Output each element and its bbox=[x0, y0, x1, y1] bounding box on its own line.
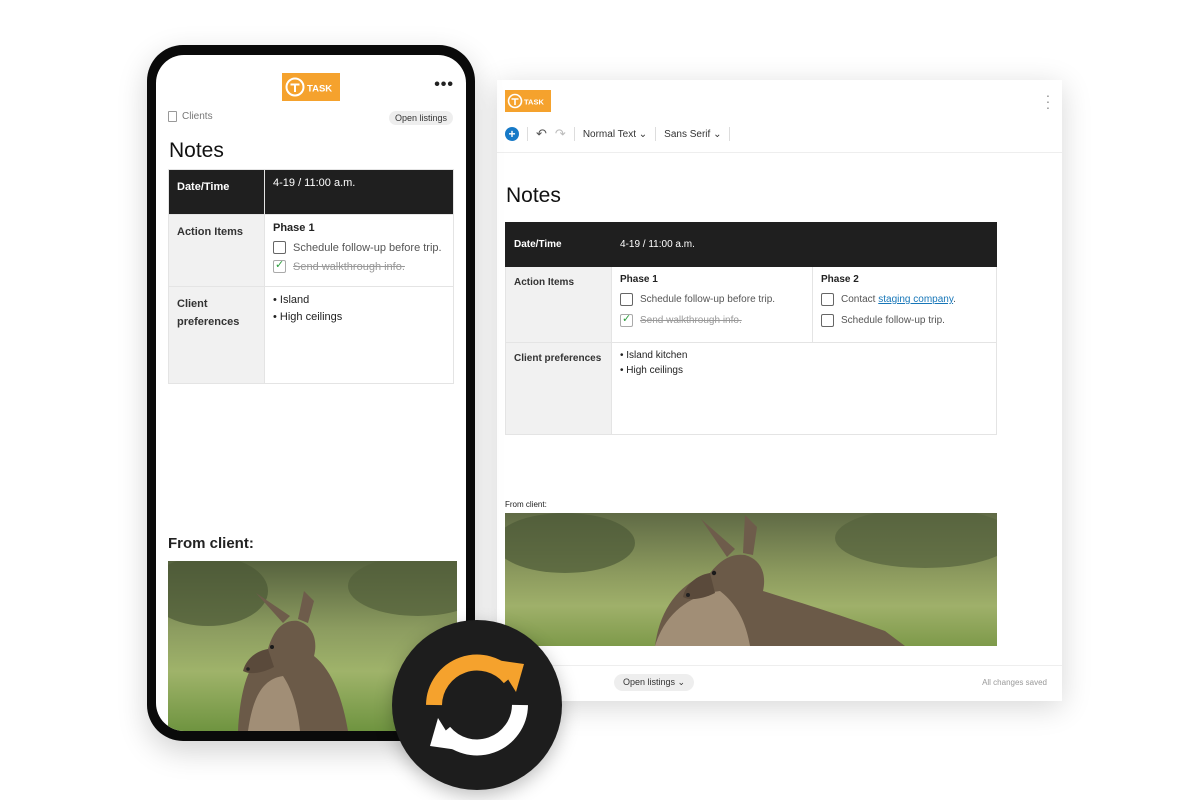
date-time-value[interactable]: 4-19 / 11:00 a.m. bbox=[264, 169, 454, 215]
font-label: Sans Serif bbox=[664, 128, 711, 140]
table-header-row: Date/Time 4-19 / 11:00 a.m. bbox=[168, 169, 454, 215]
client-preferences-label[interactable]: Client preferences bbox=[505, 342, 612, 435]
table-row: Client preferences • Island kitchen • Hi… bbox=[505, 342, 997, 435]
undo-icon[interactable]: ↶ bbox=[536, 126, 547, 142]
editor-toolbar: + ↶ ↷ Normal Text ⌄ Sans Serif ⌄ bbox=[505, 124, 731, 144]
list-item: • High ceilings bbox=[620, 365, 683, 376]
kangaroo-photo[interactable] bbox=[505, 513, 997, 646]
checklist-item-text: Schedule follow-up before trip. bbox=[640, 294, 776, 305]
logo-text: TASK bbox=[524, 98, 544, 107]
breadcrumb-label: Clients bbox=[182, 111, 213, 122]
staging-company-link[interactable]: staging company bbox=[878, 294, 953, 305]
preferences-cell[interactable]: • Island kitchen • High ceilings bbox=[611, 342, 997, 435]
checkbox[interactable] bbox=[273, 241, 286, 254]
checklist-item-text: Schedule follow-up trip. bbox=[841, 315, 945, 326]
checkbox-checked[interactable] bbox=[273, 258, 286, 273]
from-client-label: From client: bbox=[168, 535, 254, 552]
list-item: • High ceilings bbox=[273, 311, 343, 323]
phase1-cell[interactable]: Phase 1 Schedule follow-up before trip. … bbox=[264, 214, 454, 287]
table-row: Client preferences • Island • High ceili… bbox=[168, 286, 454, 384]
toolbar-divider bbox=[729, 127, 731, 141]
checklist-item: Schedule follow-up trip. bbox=[821, 314, 988, 327]
sync-arrows-icon bbox=[426, 654, 528, 756]
text-style-dropdown[interactable]: Normal Text ⌄ bbox=[583, 129, 647, 140]
font-dropdown[interactable]: Sans Serif ⌄ bbox=[664, 129, 721, 140]
footer-divider bbox=[497, 665, 1062, 666]
action-items-label[interactable]: Action Items bbox=[505, 266, 612, 343]
more-options-icon[interactable]: · · · bbox=[1042, 88, 1054, 114]
date-time-label[interactable]: Date/Time bbox=[168, 169, 265, 215]
more-options-icon[interactable]: ••• bbox=[434, 77, 454, 93]
task-logo: TASK bbox=[282, 73, 340, 101]
logo-text: TASK bbox=[307, 84, 332, 95]
list-item: • Island kitchen bbox=[620, 350, 688, 361]
from-client-label: From client: bbox=[505, 500, 547, 509]
checkbox[interactable] bbox=[821, 293, 834, 306]
sync-badge bbox=[392, 620, 562, 790]
table-header-row: Date/Time 4-19 / 11:00 a.m. bbox=[505, 222, 997, 267]
date-time-label[interactable]: Date/Time bbox=[505, 222, 612, 267]
period-text: . bbox=[953, 294, 956, 305]
open-listings-button[interactable]: Open listings ⌄ bbox=[614, 674, 695, 691]
date-time-value[interactable]: 4-19 / 11:00 a.m. bbox=[611, 222, 997, 267]
checklist-item: Contact staging company. bbox=[821, 293, 988, 306]
client-preferences-label[interactable]: Client preferences bbox=[168, 286, 265, 384]
checklist-item-text: Send walkthrough info. bbox=[640, 315, 742, 326]
list-item: • Island bbox=[273, 294, 310, 306]
checklist-item-text: Contact staging company. bbox=[841, 294, 956, 305]
preferences-cell[interactable]: • Island • High ceilings bbox=[264, 286, 454, 384]
table-row: Action Items Phase 1 Schedule follow-up … bbox=[505, 266, 997, 343]
phase2-cell[interactable]: Phase 2 Contact staging company. Schedul… bbox=[812, 266, 997, 343]
page-title[interactable]: Notes bbox=[169, 139, 224, 163]
phase2-title: Phase 2 bbox=[821, 274, 859, 285]
add-icon[interactable]: + bbox=[505, 127, 519, 141]
checklist-item-text: Schedule follow-up before trip. bbox=[293, 241, 442, 254]
notes-table: Date/Time 4-19 / 11:00 a.m. Action Items… bbox=[168, 169, 454, 384]
phase1-title: Phase 1 bbox=[620, 274, 658, 285]
toolbar-divider bbox=[655, 127, 657, 141]
toolbar-divider-line bbox=[497, 152, 1062, 153]
breadcrumb[interactable]: Clients bbox=[168, 111, 213, 122]
checkbox[interactable] bbox=[821, 314, 834, 327]
checklist-item-text: Send walkthrough info. bbox=[293, 260, 405, 273]
phase1-title: Phase 1 bbox=[273, 222, 315, 234]
save-status: All changes saved bbox=[982, 678, 1047, 687]
page-title[interactable]: Notes bbox=[506, 184, 561, 208]
notes-table: Date/Time 4-19 / 11:00 a.m. Action Items… bbox=[505, 222, 997, 435]
checklist-item: Schedule follow-up before trip. bbox=[620, 293, 804, 306]
checkbox[interactable] bbox=[620, 293, 633, 306]
checklist-item: Send walkthrough info. bbox=[273, 258, 445, 273]
checklist-item: Send walkthrough info. bbox=[620, 312, 804, 327]
toolbar-divider bbox=[527, 127, 528, 141]
checklist-item: Schedule follow-up before trip. bbox=[273, 241, 445, 254]
table-row: Action Items Phase 1 Schedule follow-up … bbox=[168, 214, 454, 287]
checkbox-checked[interactable] bbox=[620, 312, 633, 327]
phase1-cell[interactable]: Phase 1 Schedule follow-up before trip. … bbox=[611, 266, 813, 343]
document-icon bbox=[168, 111, 177, 122]
open-listings-button[interactable]: Open listings bbox=[388, 111, 453, 125]
redo-icon[interactable]: ↷ bbox=[555, 126, 566, 142]
toolbar-divider bbox=[573, 127, 575, 141]
chevron-down-icon: ⌄ bbox=[638, 128, 648, 140]
contact-text: Contact bbox=[841, 294, 879, 305]
desktop-editor-window: TASK · · · + ↶ ↷ Normal Text ⌄ Sans Serif … bbox=[497, 80, 1062, 701]
text-style-label: Normal Text bbox=[582, 128, 636, 140]
chevron-down-icon: ⌄ bbox=[713, 128, 722, 140]
task-logo: TASK bbox=[505, 90, 551, 112]
action-items-label[interactable]: Action Items bbox=[168, 214, 265, 287]
